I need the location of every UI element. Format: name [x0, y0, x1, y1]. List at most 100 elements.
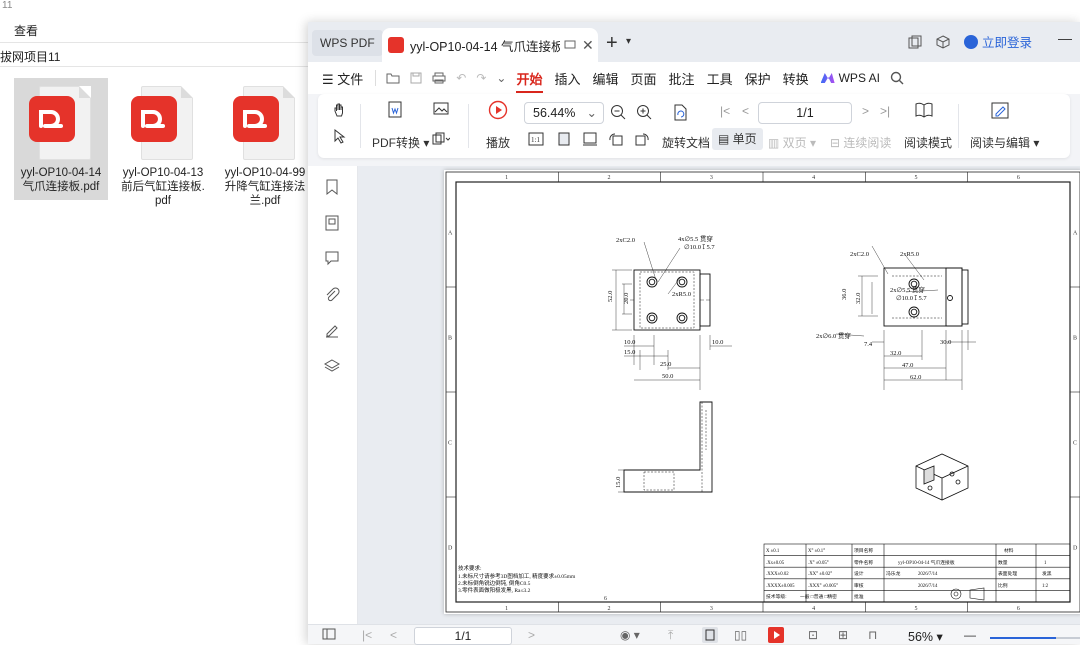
window-mini-icon[interactable] [564, 40, 576, 50]
zoom-slider-fill [990, 637, 1056, 639]
wps-pdf-home-tab[interactable]: WPS PDF [312, 30, 383, 56]
svg-text:设计: 设计 [854, 570, 864, 577]
comment-icon[interactable] [324, 250, 340, 266]
svg-text:52.0: 52.0 [607, 291, 614, 302]
signature-icon[interactable] [324, 322, 340, 338]
title-bar-right: 立即登录 [908, 32, 1032, 51]
svg-text:.XX° ±0.02°: .XX° ±0.02° [808, 572, 832, 577]
chevron-down-icon[interactable]: ▾ [626, 36, 631, 47]
status-zoom[interactable]: 56% ▾ [908, 629, 943, 644]
close-tab-icon[interactable]: ✕ [582, 37, 594, 54]
tab-start[interactable]: 开始 [516, 69, 543, 93]
pdf-to-word-icon[interactable] [386, 100, 406, 120]
svg-text:2x∅5.5 贯穿: 2x∅5.5 贯穿 [890, 285, 925, 294]
hand-tool-icon[interactable] [332, 102, 348, 118]
tab-insert[interactable]: 插入 [555, 69, 581, 88]
last-page-icon[interactable]: >| [880, 104, 890, 118]
fit-width-icon[interactable]: ⊡ [808, 628, 818, 642]
prev-page-icon[interactable]: < [742, 104, 749, 118]
rotate-right-icon[interactable] [634, 132, 650, 146]
thumbnail-icon[interactable] [324, 214, 340, 232]
file-item[interactable]: yyl-OP10-04-99 升降气缸连接法兰.pdf [218, 78, 312, 207]
fit-width-icon[interactable] [582, 132, 598, 146]
breadcrumb[interactable]: 拔网项目11 [0, 48, 60, 65]
svg-text:.X° ±0.05°: .X° ±0.05° [808, 561, 829, 566]
rotate-document-icon[interactable] [670, 102, 690, 122]
pdf-file-icon [131, 84, 195, 162]
fit-page-icon[interactable]: ⊞ [838, 628, 848, 642]
next-page-icon[interactable]: > [528, 628, 535, 642]
bookmark-icon[interactable] [324, 178, 340, 196]
cube-icon[interactable] [936, 34, 950, 49]
play-slideshow-icon[interactable] [768, 627, 784, 643]
actual-size-icon[interactable]: ⊓ [868, 628, 877, 642]
single-page-button[interactable]: ▤ 单页 [712, 128, 763, 150]
tab-page[interactable]: 页面 [631, 69, 657, 88]
rotate-document-button[interactable]: 旋转文档 [662, 134, 710, 151]
read-edit-button[interactable]: 阅读与编辑 ▾ [970, 134, 1039, 151]
play-button[interactable]: 播放 [486, 134, 510, 151]
folder-icon[interactable] [386, 72, 400, 84]
zoom-out-icon[interactable]: — [964, 628, 976, 642]
select-tool-icon[interactable] [332, 128, 348, 144]
layers-icon[interactable] [324, 358, 340, 374]
play-icon[interactable] [488, 100, 508, 120]
tab-annotate[interactable]: 批注 [669, 69, 695, 88]
double-view-icon[interactable]: ▯▯ [734, 628, 747, 642]
book-icon[interactable] [914, 100, 934, 120]
search-icon[interactable] [890, 71, 904, 85]
status-page-input[interactable]: 1/1 [414, 627, 512, 645]
svg-text:10.0: 10.0 [712, 339, 723, 346]
svg-text:一般 □普通 □精密: 一般 □普通 □精密 [800, 593, 837, 600]
actual-size-icon[interactable]: 1:1 [528, 132, 544, 146]
login-button[interactable]: 立即登录 [964, 32, 1032, 51]
first-page-icon[interactable]: |< [362, 628, 372, 642]
wps-ai-button[interactable]: WPS AI [820, 71, 880, 85]
minimize-icon[interactable]: — [1058, 30, 1072, 46]
continuous-read-button[interactable]: ⊟ 连续阅读 [830, 134, 891, 151]
new-tab-icon[interactable]: + [606, 32, 618, 55]
document-canvas[interactable]: 112233445566AABBCCDD 2xC2.0 4x∅5.5 贯穿 ∅1… [358, 166, 1080, 630]
redo-icon[interactable]: ↷ [476, 71, 486, 85]
fit-icon[interactable]: ⤒ [668, 628, 673, 643]
file-menu[interactable]: ☰ 文件 [322, 69, 363, 88]
undo-icon[interactable]: ↶ [456, 71, 466, 85]
save-icon[interactable] [410, 72, 422, 84]
next-page-icon[interactable]: > [862, 104, 869, 118]
document-tab[interactable]: yyl-OP10-04-14 气爪连接板.p ✕ [382, 28, 598, 62]
file-item[interactable]: yyl-OP10-04-13 前后气缸连接板.pdf [116, 78, 210, 207]
avatar-icon [964, 34, 978, 49]
tab-protect[interactable]: 保护 [745, 69, 771, 88]
first-page-icon[interactable]: |< [720, 104, 730, 118]
fit-page-icon[interactable] [556, 130, 572, 148]
tab-convert[interactable]: 转换 [783, 69, 809, 88]
zoom-out-icon[interactable] [610, 104, 626, 120]
pdf-convert-button[interactable]: PDF转换 ▾ [372, 134, 429, 151]
svg-text:6: 6 [604, 596, 607, 602]
double-page-button[interactable]: ▥ 双页 ▾ [768, 134, 816, 151]
view-menu[interactable]: 查看 [14, 22, 38, 39]
print-icon[interactable] [432, 72, 446, 84]
tab-tools[interactable]: 工具 [707, 69, 733, 88]
window-switch-icon[interactable] [908, 35, 922, 49]
edit-read-icon[interactable] [990, 100, 1010, 120]
eye-icon[interactable]: ◉ ▾ [620, 628, 640, 642]
tab-edit[interactable]: 编辑 [593, 69, 619, 88]
zoom-in-icon[interactable] [636, 104, 652, 120]
svg-text:技术等级:: 技术等级: [766, 593, 787, 600]
file-name: yyl-OP10-04-99 升降气缸连接法兰.pdf [224, 167, 306, 207]
svg-text:2026/7/14: 2026/7/14 [918, 572, 938, 577]
attachment-icon[interactable] [324, 286, 340, 302]
copy-icon[interactable] [432, 132, 450, 146]
read-mode-button[interactable]: 阅读模式 [904, 134, 952, 151]
file-item[interactable]: yyl-OP10-04-14 气爪连接板.pdf [14, 78, 108, 200]
image-convert-icon[interactable] [432, 100, 450, 118]
single-view-icon[interactable] [702, 627, 718, 643]
prev-page-icon[interactable]: < [390, 628, 397, 642]
chevron-down-icon[interactable]: ⌄ [496, 71, 506, 85]
rotate-left-icon[interactable] [608, 132, 624, 146]
page-number-input[interactable]: 1/1 [758, 102, 852, 124]
zoom-select[interactable]: 56.44% ⌄ [524, 102, 604, 124]
sidebar-toggle-icon[interactable] [322, 628, 336, 640]
svg-text:62.0: 62.0 [910, 374, 921, 381]
